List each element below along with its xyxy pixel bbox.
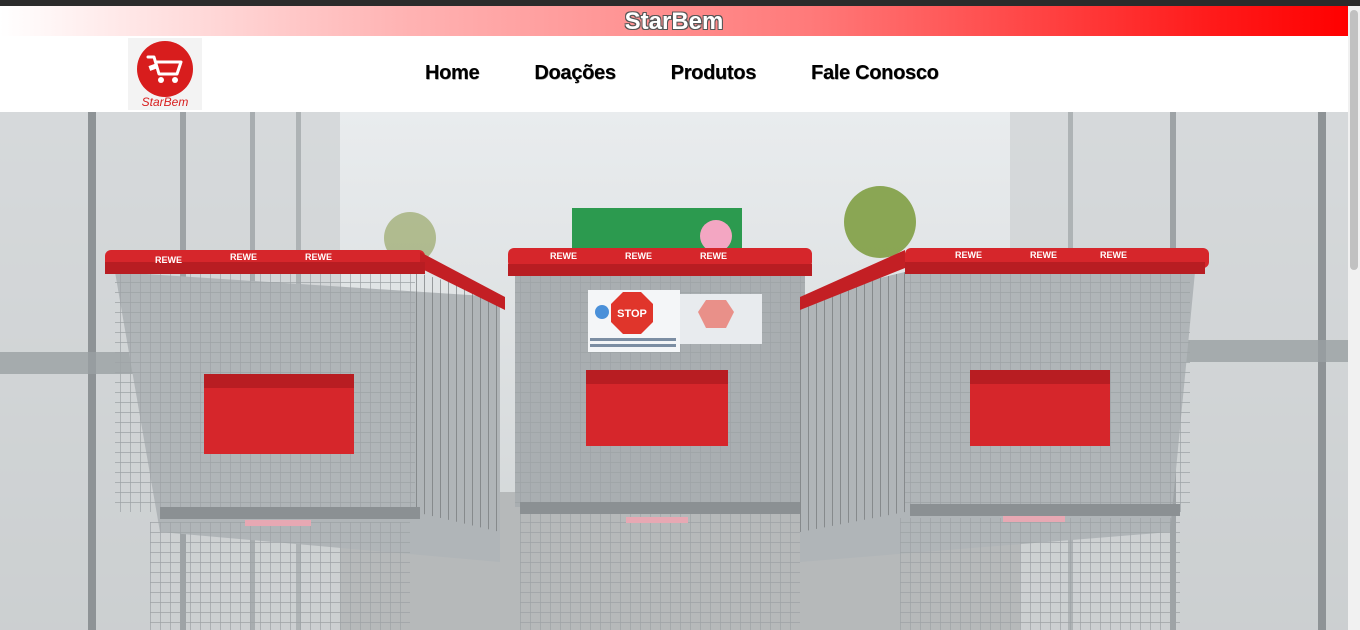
brand-title: StarBem <box>624 8 724 35</box>
svg-text:REWE: REWE <box>155 255 182 265</box>
svg-text:REWE: REWE <box>550 251 577 261</box>
svg-text:REWE: REWE <box>700 251 727 261</box>
hero-image: REWE REWE REWE REWE REWE REWE STOP REWE … <box>0 112 1348 630</box>
svg-text:REWE: REWE <box>1100 250 1127 260</box>
main-nav: Home Doações Produtos Fale Conosco <box>425 62 939 85</box>
shopping-carts-photo: REWE REWE REWE REWE REWE REWE STOP REWE … <box>0 112 1348 630</box>
vertical-scrollbar[interactable] <box>1348 6 1360 630</box>
stop-sign-text: STOP <box>617 308 647 320</box>
svg-text:REWE: REWE <box>305 252 332 262</box>
shopping-cart-icon <box>137 41 193 97</box>
brand-bar: StarBem <box>0 6 1348 36</box>
scrollbar-thumb[interactable] <box>1350 10 1358 270</box>
logo[interactable]: StarBem <box>128 38 202 110</box>
nav-home[interactable]: Home <box>425 62 480 85</box>
nav-fale-conosco[interactable]: Fale Conosco <box>811 62 939 85</box>
svg-text:REWE: REWE <box>230 252 257 262</box>
logo-text: StarBem <box>141 95 189 109</box>
svg-text:REWE: REWE <box>955 250 982 260</box>
nav-produtos[interactable]: Produtos <box>671 62 757 85</box>
nav-doacoes[interactable]: Doações <box>534 62 616 85</box>
site-header: StarBem Home Doações Produtos Fale Conos… <box>0 36 1348 112</box>
svg-text:REWE: REWE <box>625 251 652 261</box>
svg-text:REWE: REWE <box>1030 250 1057 260</box>
